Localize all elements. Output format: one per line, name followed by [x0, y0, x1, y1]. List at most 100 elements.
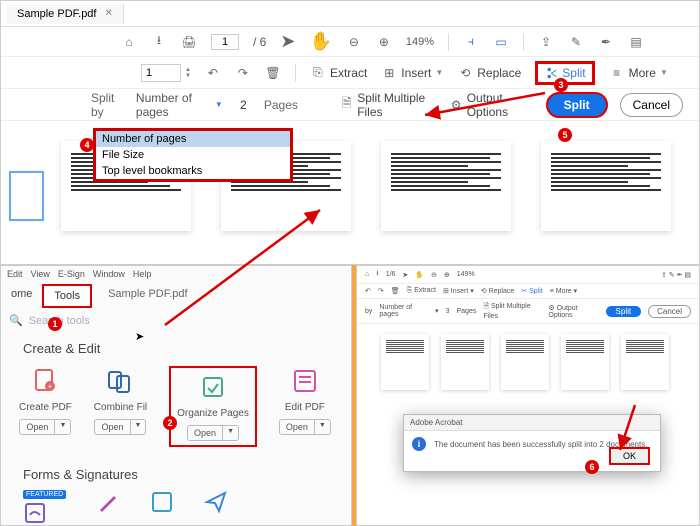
- thumb[interactable]: [561, 334, 609, 390]
- menu-help[interactable]: Help: [133, 269, 152, 279]
- separator: [295, 64, 296, 82]
- search-icon: 🔍: [9, 314, 23, 327]
- home-tab[interactable]: ome: [1, 284, 42, 308]
- output-options-button[interactable]: ⚙Output Options: [449, 91, 533, 119]
- split-by-label: Split by: [91, 91, 124, 119]
- create-pdf-card[interactable]: + Create PDF Open▼: [19, 366, 72, 447]
- page-view-icon[interactable]: ▭: [493, 34, 509, 50]
- organize-icon: [198, 372, 228, 402]
- insert-mini[interactable]: ⊞ Insert ▾: [443, 287, 474, 295]
- more-mini[interactable]: ≡ More ▾: [550, 287, 577, 295]
- organize-pages-card[interactable]: Organize Pages Open▼: [169, 366, 257, 447]
- thumb[interactable]: [501, 334, 549, 390]
- success-dialog: Adobe Acrobat i The document has been su…: [403, 414, 661, 472]
- zoom-out-icon[interactable]: ⊖: [346, 34, 362, 50]
- sign-pen-icon[interactable]: [96, 490, 120, 514]
- selected-page-thumb[interactable]: [9, 171, 44, 221]
- page-thumb[interactable]: [541, 141, 671, 231]
- fill-sign-card[interactable]: FEATURED: [23, 490, 66, 526]
- replace-icon: ⟲: [457, 65, 473, 81]
- main-tabs: ome Tools Sample PDF.pdf: [1, 284, 351, 308]
- page-number-input[interactable]: [211, 34, 239, 50]
- share-icon[interactable]: ⇪: [538, 34, 554, 50]
- split-mini[interactable]: ✂ Split: [521, 287, 542, 295]
- pointer-tool-icon[interactable]: ➤: [280, 31, 295, 52]
- pages-count[interactable]: 2: [235, 97, 252, 113]
- page-spinner[interactable]: ▲▼: [141, 64, 191, 82]
- split-action-button[interactable]: Split: [546, 92, 608, 118]
- document-tab[interactable]: Sample PDF.pdf: [98, 284, 197, 308]
- extract-icon: ⎘: [310, 65, 326, 81]
- open-dropdown[interactable]: Open▼: [19, 419, 71, 435]
- menu-esign[interactable]: E-Sign: [58, 269, 85, 279]
- cancel-button-mini[interactable]: Cancel: [648, 305, 691, 318]
- tools-tab[interactable]: Tools: [42, 284, 92, 308]
- thumb[interactable]: [441, 334, 489, 390]
- svg-text:+: +: [48, 382, 53, 391]
- open-dropdown[interactable]: Open▼: [187, 425, 239, 441]
- hand-tool-icon[interactable]: ✋: [309, 31, 331, 52]
- close-icon[interactable]: ✕: [104, 8, 112, 19]
- extract-button[interactable]: ⎘Extract: [310, 65, 367, 81]
- menu-option-filesize[interactable]: File Size: [96, 147, 290, 163]
- save-icon[interactable]: ⭳: [151, 34, 167, 50]
- tools-home-window: Edit View E-Sign Window Help ome Tools S…: [0, 265, 352, 526]
- page-thumb[interactable]: [381, 141, 511, 231]
- featured-badge: FEATURED: [23, 490, 66, 499]
- spinner-input[interactable]: [141, 64, 181, 82]
- open-dropdown[interactable]: Open▼: [279, 419, 331, 435]
- fit-width-icon[interactable]: ⫞: [463, 34, 479, 50]
- callout-5: 5: [558, 128, 572, 142]
- split-button-mini[interactable]: Split: [606, 306, 642, 317]
- zoom-in-icon[interactable]: ⊕: [376, 34, 392, 50]
- more-tools-icon[interactable]: ▤: [628, 34, 644, 50]
- insert-icon: ⊞: [381, 65, 397, 81]
- replace-button[interactable]: ⟲Replace: [457, 65, 521, 81]
- ok-button[interactable]: OK: [609, 447, 650, 465]
- split-multiple-button[interactable]: 🗎Split Multiple Files: [340, 91, 438, 119]
- menu-view[interactable]: View: [31, 269, 50, 279]
- replace-mini[interactable]: ⟲ Replace: [481, 287, 515, 295]
- output-options-label: Output Options: [467, 91, 534, 119]
- split-result-window: ⌂⭳1/6➤✋⊖⊕149% ⇪ ✎ ✒ ▤ ↶↷🗑 ⎘ Extract ⊞ In…: [356, 265, 700, 526]
- menu-edit[interactable]: Edit: [7, 269, 23, 279]
- home-icon[interactable]: ⌂: [121, 34, 137, 50]
- mini-toolbar2: ↶↷🗑 ⎘ Extract ⊞ Insert ▾ ⟲ Replace ✂ Spl…: [357, 284, 699, 299]
- thumb[interactable]: [381, 334, 429, 390]
- menu-window[interactable]: Window: [93, 269, 125, 279]
- highlighter-icon[interactable]: ✎: [568, 34, 584, 50]
- more-button[interactable]: ≡More▼: [609, 65, 668, 81]
- tool-cards: + Create PDF Open▼ Combine Fil Open▼ Org…: [1, 366, 351, 447]
- pages-label: Pages: [264, 98, 298, 112]
- spinner-steppers[interactable]: ▲▼: [185, 67, 191, 79]
- callout-3: 3: [554, 78, 568, 92]
- split-mode-dropdown[interactable]: Number of pages ▼: [136, 91, 223, 119]
- menu-option-pages[interactable]: Number of pages: [96, 131, 290, 147]
- rotate-ccw-icon[interactable]: ↶: [205, 65, 221, 81]
- insert-button[interactable]: ⊞Insert▼: [381, 65, 443, 81]
- menu-option-bookmarks[interactable]: Top level bookmarks: [96, 163, 290, 179]
- zoom-level[interactable]: 149%: [406, 36, 434, 48]
- print-icon[interactable]: 🖨: [181, 34, 197, 50]
- combine-files-card[interactable]: Combine Fil Open▼: [94, 366, 147, 447]
- info-icon: i: [412, 437, 426, 451]
- list-icon: ≡: [609, 65, 625, 81]
- section-forms: Forms & Signatures: [1, 447, 351, 490]
- edit-pdf-label: Edit PDF: [285, 402, 325, 413]
- extract-mini[interactable]: ⎘ Extract: [407, 287, 436, 295]
- open-dropdown[interactable]: Open▼: [94, 419, 146, 435]
- form-icon[interactable]: [150, 490, 174, 514]
- create-pdf-label: Create PDF: [19, 402, 72, 413]
- thumb[interactable]: [621, 334, 669, 390]
- page-total-label: / 6: [253, 35, 266, 49]
- document-tab[interactable]: Sample PDF.pdf ✕: [7, 4, 124, 24]
- more-label: More: [629, 66, 656, 80]
- cancel-button[interactable]: Cancel: [620, 93, 683, 117]
- rotate-cw-icon[interactable]: ↷: [235, 65, 251, 81]
- sign-icon[interactable]: ✒: [598, 34, 614, 50]
- trash-icon[interactable]: 🗑: [265, 65, 281, 81]
- edit-pdf-card[interactable]: Edit PDF Open▼: [279, 366, 331, 447]
- send-icon[interactable]: [204, 490, 228, 514]
- insert-label: Insert: [401, 66, 431, 80]
- view-toolbar: ⌂ ⭳ 🖨 / 6 ➤ ✋ ⊖ ⊕ 149% ⫞ ▭ ⇪ ✎ ✒ ▤: [1, 27, 699, 57]
